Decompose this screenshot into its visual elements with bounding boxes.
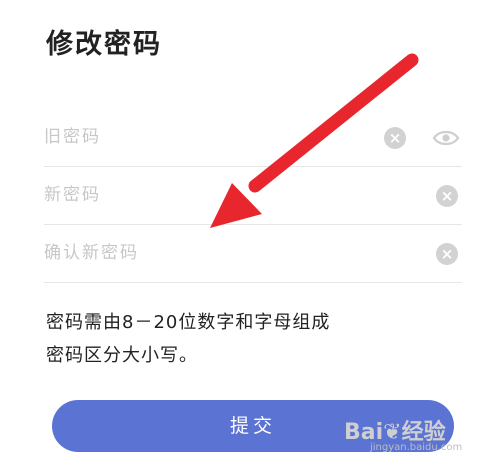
- clear-icon[interactable]: ×: [384, 127, 406, 149]
- page-title: 修改密码: [46, 29, 162, 60]
- password-hint: 密码需由8－20位数字和字母组成 密码区分大小写。: [46, 306, 330, 372]
- eye-icon[interactable]: [432, 127, 460, 149]
- confirm-password-field: ×: [44, 226, 462, 283]
- hint-line-1: 密码需由8－20位数字和字母组成: [46, 312, 331, 333]
- confirm-password-input[interactable]: [44, 238, 374, 268]
- baidu-watermark: Bai❦经验 jingyan.baidu.com: [344, 414, 462, 453]
- hint-line-2: 密码区分大小写。: [46, 345, 198, 366]
- new-password-input[interactable]: [44, 180, 374, 210]
- new-password-field: ×: [44, 168, 462, 225]
- old-password-field: ×: [44, 110, 462, 167]
- old-password-input[interactable]: [44, 122, 374, 152]
- clear-icon[interactable]: ×: [436, 243, 458, 265]
- clear-icon[interactable]: ×: [436, 185, 458, 207]
- watermark-url: jingyan.baidu.com: [370, 442, 463, 453]
